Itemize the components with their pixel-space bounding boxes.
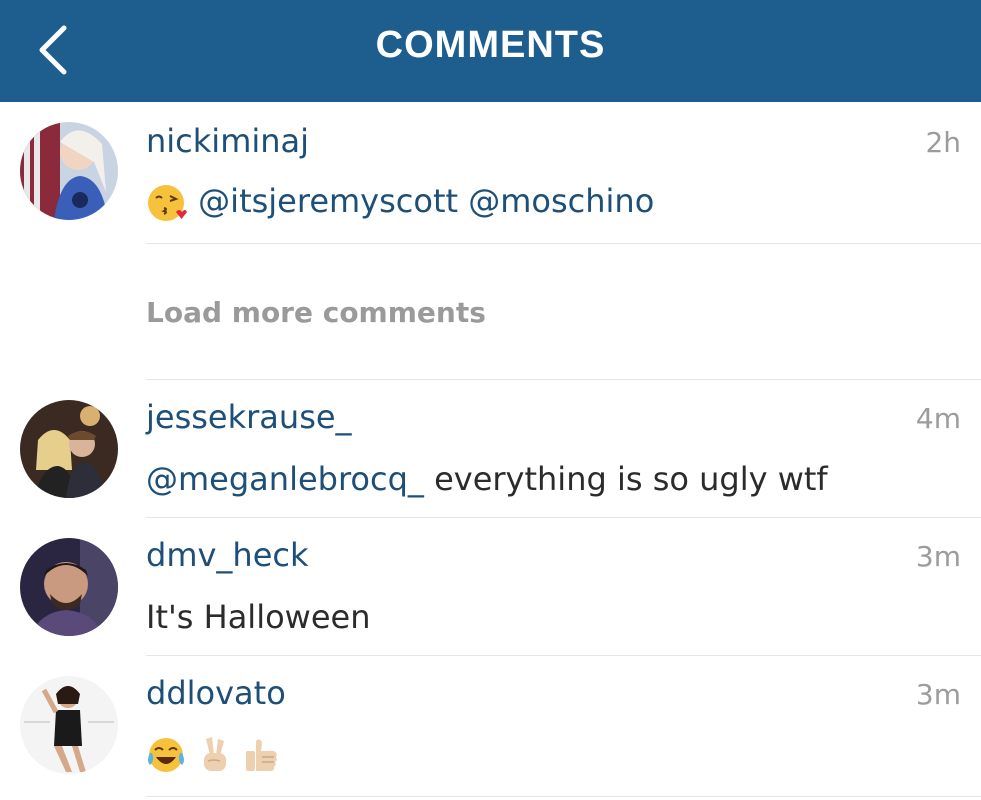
comment-timestamp: 4m <box>915 402 961 435</box>
comment-mention[interactable]: @moschino <box>468 182 654 220</box>
comment-item: nickiminaj 2h @itsjeremyscott @moschino <box>0 102 981 244</box>
comment-item: jessekrause_ 4m @meganlebrocq_ everythin… <box>0 380 981 518</box>
comment-text <box>146 734 282 775</box>
comment-timestamp: 2h <box>925 126 961 159</box>
comment-username[interactable]: jessekrause_ <box>146 398 352 436</box>
avatar[interactable] <box>20 400 118 498</box>
comment-text: @itsjeremyscott @moschino <box>146 182 654 224</box>
kissing-heart-emoji-icon <box>148 185 187 221</box>
divider <box>146 796 981 797</box>
comment-username[interactable]: ddlovato <box>146 674 286 712</box>
page-title: COMMENTS <box>375 24 606 66</box>
comment-item: dmv_heck 3m It's Halloween <box>0 518 981 656</box>
comment-item: ddlovato 3m <box>0 656 981 800</box>
comment-timestamp: 3m <box>915 678 961 711</box>
comment-text: It's Halloween <box>146 598 371 636</box>
comment-body: everything is so ugly wtf <box>423 460 828 498</box>
load-more-comments-button[interactable]: Load more comments <box>146 296 486 329</box>
top-bar: COMMENTS <box>0 0 981 102</box>
comment-text: @meganlebrocq_ everything is so ugly wtf <box>146 460 828 498</box>
comment-timestamp: 3m <box>915 540 961 573</box>
victory-hand-emoji-icon <box>204 737 227 771</box>
thumbs-up-emoji-icon <box>246 739 278 771</box>
avatar[interactable] <box>20 538 118 636</box>
avatar[interactable] <box>20 122 118 220</box>
avatar[interactable] <box>20 676 118 774</box>
tears-of-joy-emoji-icon <box>148 738 184 772</box>
comment-mention[interactable]: @itsjeremyscott <box>198 182 458 220</box>
divider <box>146 243 981 244</box>
comment-username[interactable]: nickiminaj <box>146 122 309 160</box>
comment-username[interactable]: dmv_heck <box>146 536 309 574</box>
comment-mention[interactable]: @meganlebrocq_ <box>146 460 424 498</box>
